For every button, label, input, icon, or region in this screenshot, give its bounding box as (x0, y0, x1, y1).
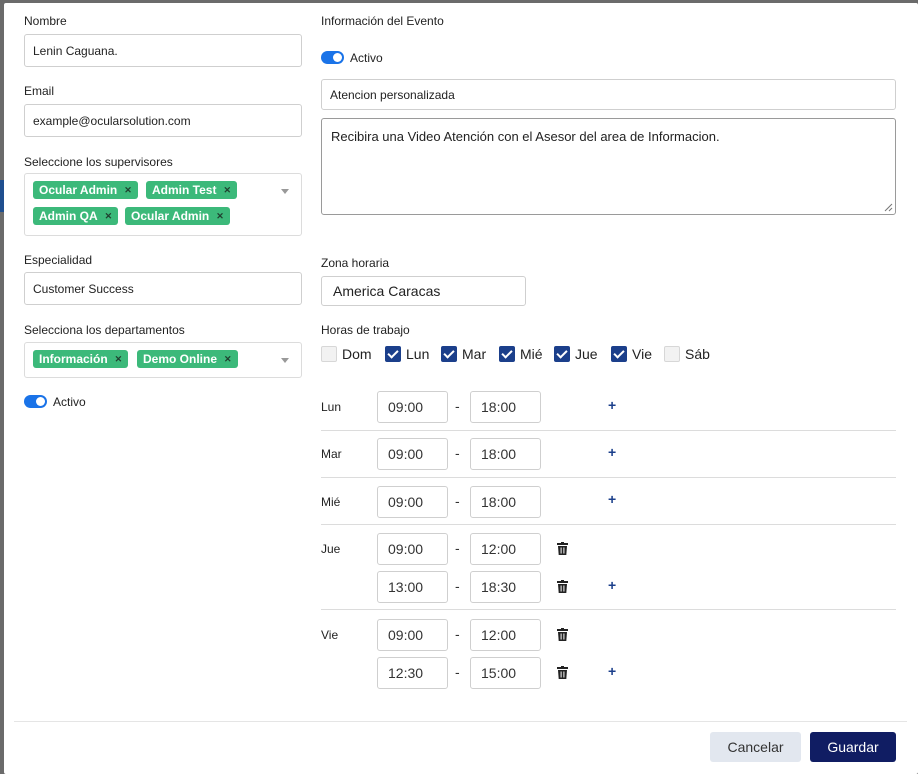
time-separator: - (455, 445, 460, 461)
evento-description-text: Recibira una Video Atención con el Aseso… (331, 129, 720, 144)
schedule-day-label: Mié (321, 495, 341, 509)
departamento-tag: Información ✕ (33, 350, 129, 368)
time-to-input[interactable]: 15:00 (470, 657, 541, 689)
time-to-input[interactable]: 12:00 (470, 619, 541, 651)
departamentos-label: Selecciona los departamentos (24, 323, 185, 337)
remove-tag-icon[interactable]: ✕ (216, 211, 224, 222)
remove-tag-icon[interactable]: ✕ (124, 185, 132, 196)
zona-label: Zona horaria (321, 256, 390, 270)
resize-grip-icon[interactable] (884, 203, 893, 212)
footer-divider (14, 721, 907, 722)
schedule-day-label: Mar (321, 447, 342, 461)
checkbox-checked-icon (441, 346, 457, 362)
trash-icon[interactable] (557, 542, 568, 555)
departamentos-select[interactable]: Información ✕ Demo Online ✕ (24, 342, 302, 378)
horas-label: Horas de trabajo (321, 323, 410, 337)
row-divider (321, 524, 896, 525)
trash-icon[interactable] (557, 666, 568, 679)
email-input[interactable]: example@ocularsolution.com (24, 104, 302, 137)
row-divider (321, 430, 896, 431)
especialidad-input[interactable]: Customer Success (24, 272, 302, 305)
day-checkbox-jue[interactable]: Jue (554, 346, 598, 362)
supervisor-tag: Ocular Admin ✕ (33, 181, 138, 199)
time-from-input[interactable]: 09:00 (377, 391, 448, 423)
time-from-input[interactable]: 09:00 (377, 619, 448, 651)
time-to-input[interactable]: 18:00 (470, 486, 541, 518)
checkbox-checked-icon (499, 346, 515, 362)
departamento-tag: Demo Online ✕ (137, 350, 238, 368)
remove-tag-icon[interactable]: ✕ (115, 354, 123, 365)
time-from-input[interactable]: 09:00 (377, 486, 448, 518)
checkbox-checked-icon (385, 346, 401, 362)
checkbox-checked-icon (611, 346, 627, 362)
checkbox-icon (321, 346, 337, 362)
checkbox-checked-icon (554, 346, 570, 362)
time-from-input[interactable]: 09:00 (377, 533, 448, 565)
time-to-input[interactable]: 18:00 (470, 391, 541, 423)
row-divider (321, 477, 896, 478)
trash-icon[interactable] (557, 628, 568, 641)
remove-tag-icon[interactable]: ✕ (105, 211, 113, 222)
add-slot-icon[interactable]: + (608, 444, 616, 460)
email-label: Email (24, 84, 55, 98)
schedule-day-label: Lun (321, 400, 342, 414)
nombre-label: Nombre (24, 14, 67, 28)
cancel-button[interactable]: Cancelar (710, 732, 801, 762)
evento-activo-toggle[interactable] (321, 51, 344, 64)
supervisor-tag: Ocular Admin ✕ (125, 207, 230, 225)
remove-tag-icon[interactable]: ✕ (224, 354, 232, 365)
time-to-input[interactable]: 18:30 (470, 571, 541, 603)
time-from-input[interactable]: 09:00 (377, 438, 448, 470)
chevron-down-icon[interactable] (281, 189, 289, 194)
time-separator: - (455, 398, 460, 414)
add-slot-icon[interactable]: + (608, 663, 616, 679)
day-checkbox-lun[interactable]: Lun (385, 346, 429, 362)
modal-dialog: Nombre Lenin Caguana. Email example@ocul… (4, 3, 918, 774)
activo-label: Activo (53, 395, 86, 409)
chevron-down-icon[interactable] (281, 358, 289, 363)
evento-label: Información del Evento (321, 14, 444, 28)
time-separator: - (455, 626, 460, 642)
remove-tag-icon[interactable]: ✕ (223, 185, 231, 196)
trash-icon[interactable] (557, 580, 568, 593)
add-slot-icon[interactable]: + (608, 577, 616, 593)
evento-description-textarea[interactable]: Recibira una Video Atención con el Aseso… (321, 118, 896, 215)
especialidad-label: Especialidad (24, 253, 93, 267)
schedule-day-label: Vie (321, 628, 339, 642)
day-checkbox-mar[interactable]: Mar (441, 346, 486, 362)
add-slot-icon[interactable]: + (608, 491, 616, 507)
time-separator: - (455, 493, 460, 509)
day-checkbox-vie[interactable]: Vie (611, 346, 652, 362)
supervisor-tag: Admin QA ✕ (33, 207, 119, 225)
time-to-input[interactable]: 18:00 (470, 438, 541, 470)
nombre-input[interactable]: Lenin Caguana. (24, 34, 302, 67)
time-from-input[interactable]: 13:00 (377, 571, 448, 603)
row-divider (321, 609, 896, 610)
supervisores-select[interactable]: Ocular Admin ✕ Admin Test ✕ Admin QA ✕ Ocul… (24, 173, 302, 236)
evento-activo-label: Activo (350, 51, 383, 65)
supervisores-label: Seleccione los supervisores (24, 155, 173, 169)
time-separator: - (455, 664, 460, 680)
save-button[interactable]: Guardar (810, 732, 896, 762)
schedule-day-label: Jue (321, 542, 341, 556)
time-separator: - (455, 578, 460, 594)
time-from-input[interactable]: 12:30 (377, 657, 448, 689)
time-to-input[interactable]: 12:00 (470, 533, 541, 565)
time-separator: - (455, 540, 460, 556)
activo-toggle[interactable] (24, 395, 47, 408)
zona-select[interactable]: America Caracas (321, 276, 526, 306)
add-slot-icon[interactable]: + (608, 397, 616, 413)
day-checkbox-sab[interactable]: Sáb (664, 346, 710, 362)
supervisor-tag: Admin Test ✕ (146, 181, 237, 199)
day-checkbox-mie[interactable]: Mié (499, 346, 543, 362)
day-checkbox-dom[interactable]: Dom (321, 346, 372, 362)
evento-title-input[interactable]: Atencion personalizada (321, 79, 896, 110)
checkbox-icon (664, 346, 680, 362)
